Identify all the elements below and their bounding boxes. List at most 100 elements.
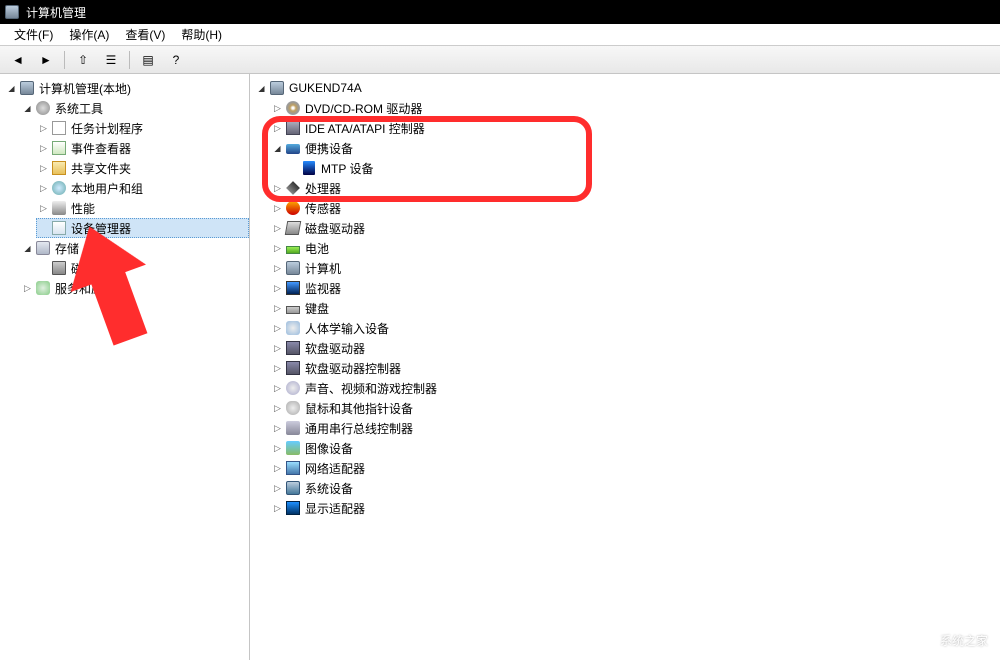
device-node-floppy[interactable]: 软盘驱动器: [270, 338, 1000, 358]
node-event-viewer[interactable]: 事件查看器: [36, 138, 249, 158]
menu-help[interactable]: 帮助(H): [173, 24, 230, 45]
node-disk-mgmt[interactable]: 磁盘管: [36, 258, 249, 278]
node-local-users[interactable]: 本地用户和组: [36, 178, 249, 198]
device-label: 传感器: [305, 200, 341, 217]
expand-icon[interactable]: [272, 143, 283, 154]
device-node-display[interactable]: 显示适配器: [270, 498, 1000, 518]
prop-button[interactable]: ☰: [99, 49, 123, 71]
node-pc-root[interactable]: GUKEND74A: [254, 78, 1000, 98]
expand-icon[interactable]: [272, 503, 283, 514]
expand-icon[interactable]: [38, 203, 49, 214]
device-node-mouse[interactable]: 鼠标和其他指针设备: [270, 398, 1000, 418]
display-icon: [285, 500, 301, 516]
node-storage[interactable]: 存储: [20, 238, 249, 258]
device-node-audio[interactable]: 声音、视频和游戏控制器: [270, 378, 1000, 398]
node-performance[interactable]: 性能: [36, 198, 249, 218]
keyboard-icon: [285, 300, 301, 316]
expand-icon[interactable]: [22, 283, 33, 294]
node-task-scheduler[interactable]: 任务计划程序: [36, 118, 249, 138]
expand-icon[interactable]: [272, 183, 283, 194]
portable-icon: [285, 140, 301, 156]
device-label: 磁盘驱动器: [305, 220, 365, 237]
expand-icon[interactable]: [272, 383, 283, 394]
shared-icon: [51, 160, 67, 176]
expand-icon[interactable]: [272, 443, 283, 454]
task-icon: [51, 120, 67, 136]
computer-icon: [285, 260, 301, 276]
device-node-hid[interactable]: 人体学输入设备: [270, 318, 1000, 338]
expand-icon[interactable]: [22, 243, 33, 254]
device-node-mtp[interactable]: MTP 设备: [286, 158, 1000, 178]
title-text: 计算机管理: [26, 4, 86, 21]
sys-icon: [285, 480, 301, 496]
image-icon: [285, 440, 301, 456]
expand-icon[interactable]: [38, 163, 49, 174]
device-node-diskdrive[interactable]: 磁盘驱动器: [270, 218, 1000, 238]
device-node-net[interactable]: 网络适配器: [270, 458, 1000, 478]
expand-icon[interactable]: [272, 363, 283, 374]
node-system-tools[interactable]: 系统工具: [20, 98, 249, 118]
toolbar: ◄ ► ⇧ ☰ ▤ ?: [0, 46, 1000, 74]
device-node-portable[interactable]: 便携设备: [270, 138, 1000, 158]
audio-icon: [285, 380, 301, 396]
expand-icon[interactable]: [38, 183, 49, 194]
up-button[interactable]: ⇧: [71, 49, 95, 71]
expand-icon[interactable]: [272, 223, 283, 234]
device-node-battery[interactable]: 电池: [270, 238, 1000, 258]
node-device-manager[interactable]: 设备管理器: [36, 218, 249, 238]
expand-icon[interactable]: [272, 403, 283, 414]
expand-icon[interactable]: [272, 423, 283, 434]
device-node-keyboard[interactable]: 键盘: [270, 298, 1000, 318]
event-icon: [51, 140, 67, 156]
expand-icon[interactable]: [272, 203, 283, 214]
expand-icon[interactable]: [38, 123, 49, 134]
expand-icon[interactable]: [272, 323, 283, 334]
expand-icon[interactable]: [272, 123, 283, 134]
label-services: 服务和应: [55, 280, 103, 297]
expand-icon[interactable]: [22, 103, 33, 114]
label: 磁盘管: [71, 260, 107, 277]
right-pane: GUKEND74A DVD/CD-ROM 驱动器IDE ATA/ATAPI 控制…: [250, 74, 1000, 660]
device-node-computer[interactable]: 计算机: [270, 258, 1000, 278]
node-computer-mgmt[interactable]: 计算机管理(本地): [4, 78, 249, 98]
device-node-image[interactable]: 图像设备: [270, 438, 1000, 458]
device-node-floppyc[interactable]: 软盘驱动器控制器: [270, 358, 1000, 378]
expand-icon[interactable]: [272, 463, 283, 474]
forward-button[interactable]: ►: [34, 49, 58, 71]
menu-view[interactable]: 查看(V): [117, 24, 173, 45]
disk-icon: [51, 260, 67, 276]
expand-icon[interactable]: [38, 143, 49, 154]
device-node-usb[interactable]: 通用串行总线控制器: [270, 418, 1000, 438]
device-node-ide[interactable]: IDE ATA/ATAPI 控制器: [270, 118, 1000, 138]
help-button[interactable]: ?: [164, 49, 188, 71]
expand-icon[interactable]: [272, 283, 283, 294]
menu-action[interactable]: 操作(A): [61, 24, 117, 45]
expand-icon[interactable]: [272, 103, 283, 114]
wrench-icon: [35, 100, 51, 116]
expand-icon[interactable]: [6, 83, 17, 94]
menu-file[interactable]: 文件(F): [6, 24, 61, 45]
back-button[interactable]: ◄: [6, 49, 30, 71]
device-node-sensor[interactable]: 传感器: [270, 198, 1000, 218]
device-label: 人体学输入设备: [305, 320, 389, 337]
node-services[interactable]: 服务和应: [20, 278, 249, 298]
expand-icon[interactable]: [272, 263, 283, 274]
floppy-icon: [285, 340, 301, 356]
expand-icon[interactable]: [256, 83, 267, 94]
device-node-monitor[interactable]: 监视器: [270, 278, 1000, 298]
toolbar-separator: [129, 51, 130, 69]
expand-icon[interactable]: [272, 243, 283, 254]
device-node-cpu[interactable]: 处理器: [270, 178, 1000, 198]
expand-icon[interactable]: [272, 483, 283, 494]
expand-icon[interactable]: [272, 343, 283, 354]
device-label: 软盘驱动器: [305, 340, 365, 357]
label-system-tools: 系统工具: [55, 100, 103, 117]
node-shared-folders[interactable]: 共享文件夹: [36, 158, 249, 178]
expand-icon[interactable]: [272, 303, 283, 314]
prop2-button[interactable]: ▤: [136, 49, 160, 71]
device-node-dvd[interactable]: DVD/CD-ROM 驱动器: [270, 98, 1000, 118]
device-label: 网络适配器: [305, 460, 365, 477]
storage-icon: [35, 240, 51, 256]
device-node-sys[interactable]: 系统设备: [270, 478, 1000, 498]
label: 事件查看器: [71, 140, 131, 157]
